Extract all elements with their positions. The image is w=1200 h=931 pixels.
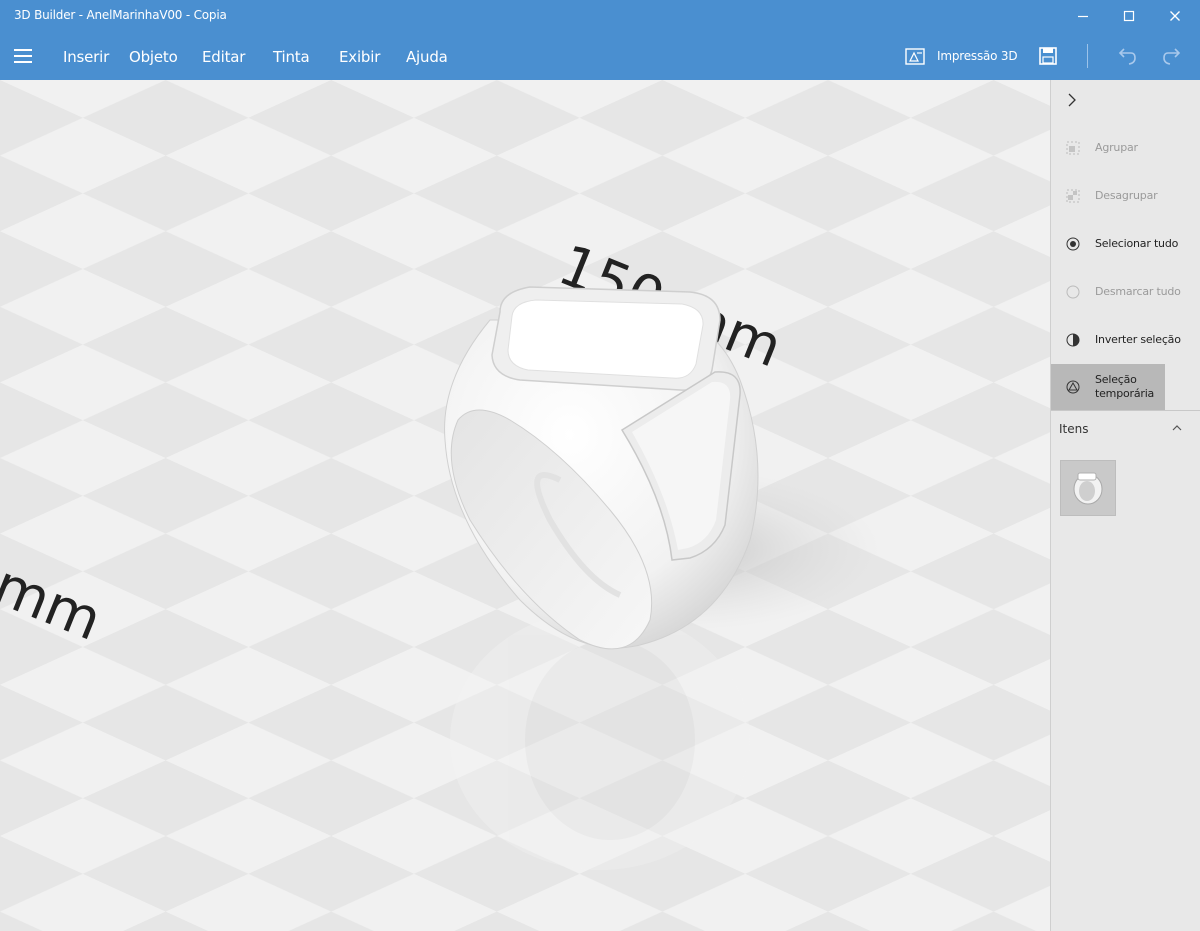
redo-icon bbox=[1163, 48, 1181, 65]
temporary-selection-label: Seleção temporária bbox=[1095, 373, 1155, 400]
menu-bar: Inserir Objeto Editar Tinta Exibir Ajuda… bbox=[0, 32, 1200, 80]
items-header: Itens bbox=[1059, 422, 1089, 436]
deselect-all-button[interactable]: Desmarcar tudo bbox=[1051, 270, 1200, 314]
save-icon bbox=[1039, 47, 1057, 65]
ungroup-label: Desagrupar bbox=[1095, 189, 1158, 202]
ring-thumbnail-icon bbox=[1073, 472, 1103, 505]
collapse-pane-button[interactable] bbox=[1065, 92, 1079, 112]
undo-icon bbox=[1118, 48, 1136, 65]
selection-pane: Agrupar Desagrupar Selecionar tudo Desma… bbox=[1050, 80, 1200, 931]
menu-editar[interactable]: Editar bbox=[202, 48, 245, 66]
print-3d-icon bbox=[905, 48, 925, 65]
hamburger-menu-icon[interactable] bbox=[14, 49, 32, 63]
app-window: 3D Builder - AnelMarinhaV00 - Copia Inse… bbox=[0, 0, 1200, 931]
ungroup-icon bbox=[1065, 188, 1081, 204]
group-label: Agrupar bbox=[1095, 141, 1138, 154]
maximize-icon bbox=[1123, 10, 1135, 22]
toolbar-separator bbox=[1087, 44, 1088, 68]
temporary-selection-icon bbox=[1065, 379, 1081, 395]
minimize-icon bbox=[1078, 15, 1088, 18]
chevron-right-icon bbox=[1068, 93, 1076, 107]
pane-divider bbox=[1051, 410, 1200, 411]
print-3d-button[interactable] bbox=[905, 46, 925, 70]
menu-objeto[interactable]: Objeto bbox=[129, 48, 178, 66]
ungroup-button[interactable]: Desagrupar bbox=[1051, 174, 1200, 218]
items-collapse-button[interactable] bbox=[1171, 422, 1183, 436]
3d-viewport[interactable]: 150 mm mm bbox=[0, 80, 1050, 931]
select-all-button[interactable]: Selecionar tudo bbox=[1051, 222, 1200, 266]
maximize-button[interactable] bbox=[1106, 0, 1152, 32]
title-bar: 3D Builder - AnelMarinhaV00 - Copia bbox=[0, 0, 1200, 32]
deselect-all-label: Desmarcar tudo bbox=[1095, 285, 1181, 298]
ring-reflection bbox=[450, 610, 750, 870]
select-all-label: Selecionar tudo bbox=[1095, 237, 1179, 250]
chevron-up-icon bbox=[1172, 425, 1182, 431]
temporary-selection-button[interactable]: Seleção temporária bbox=[1051, 364, 1165, 410]
deselect-all-icon bbox=[1065, 284, 1081, 300]
menu-exibir[interactable]: Exibir bbox=[339, 48, 380, 66]
save-button[interactable] bbox=[1038, 46, 1058, 70]
close-icon bbox=[1170, 11, 1180, 21]
invert-selection-icon bbox=[1065, 332, 1081, 348]
minimize-button[interactable] bbox=[1060, 0, 1106, 32]
print-3d-label[interactable]: Impressão 3D bbox=[937, 49, 1018, 63]
redo-button[interactable] bbox=[1162, 45, 1184, 71]
scene: 150 mm mm bbox=[0, 80, 1050, 931]
invert-selection-button[interactable]: Inverter seleção bbox=[1051, 318, 1200, 362]
menu-inserir[interactable]: Inserir bbox=[63, 48, 109, 66]
menu-ajuda[interactable]: Ajuda bbox=[406, 48, 448, 66]
menu-tinta[interactable]: Tinta bbox=[273, 48, 310, 66]
group-icon bbox=[1065, 140, 1081, 156]
group-button[interactable]: Agrupar bbox=[1051, 126, 1200, 170]
undo-button[interactable] bbox=[1115, 45, 1137, 71]
select-all-icon bbox=[1065, 236, 1081, 252]
item-thumbnail-ring[interactable] bbox=[1060, 460, 1116, 516]
close-button[interactable] bbox=[1152, 0, 1198, 32]
invert-selection-label: Inverter seleção bbox=[1095, 333, 1181, 346]
window-title: 3D Builder - AnelMarinhaV00 - Copia bbox=[14, 8, 227, 22]
